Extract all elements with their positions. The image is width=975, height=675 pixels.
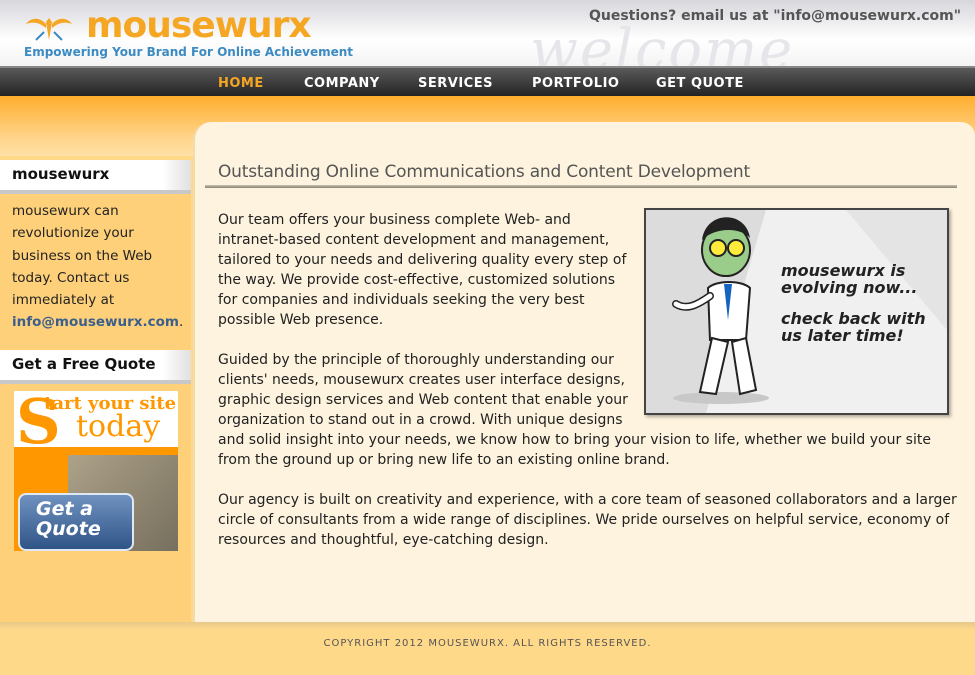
- principle-paragraph-part1: Guided by the principle of thoroughly un…: [218, 352, 628, 428]
- get-a-quote-label: Get a Quote: [36, 498, 101, 540]
- intro-paragraph: Our team offers your business complete W…: [218, 212, 627, 328]
- title-divider: [205, 185, 957, 188]
- sidebar-email-link[interactable]: info@mousewurx.com: [12, 314, 179, 330]
- sidebar-heading-label: mousewurx: [12, 165, 110, 183]
- header: mousewurx Empowering Your Brand For Onli…: [0, 0, 975, 66]
- get-a-quote-button[interactable]: Get a Quote: [18, 493, 134, 551]
- nav-portfolio[interactable]: PORTFOLIO: [532, 76, 619, 91]
- welcome-watermark: welcome: [530, 18, 795, 66]
- hero-message-2: check back with us later time!: [781, 309, 926, 345]
- sidebar-intro: mousewurx can revolutionize your busines…: [12, 200, 187, 334]
- nav-get-quote[interactable]: GET QUOTE: [656, 76, 744, 91]
- sidebar-intro-text: mousewurx can revolutionize your busines…: [12, 203, 153, 309]
- nav-company[interactable]: COMPANY: [304, 76, 380, 91]
- sidebar-email-suffix: .: [178, 314, 184, 331]
- sidebar-heading-mousewurx: mousewurx: [0, 160, 191, 194]
- promo-line2: today: [76, 409, 161, 444]
- hero-image: mousewurx is evolving now... check back …: [644, 208, 949, 415]
- copyright-text: COPYRIGHT 2012 MOUSEWURX. ALL RIGHTS RES…: [323, 638, 652, 649]
- footer-divider: [0, 622, 975, 630]
- page-title: Outstanding Online Communications and Co…: [218, 162, 750, 182]
- agency-paragraph: Our agency is built on creativity and ex…: [218, 492, 957, 548]
- sidebar-heading-quote: Get a Free Quote: [0, 350, 191, 384]
- contact-email-line[interactable]: Questions? email us at "info@mousewurx.c…: [589, 8, 961, 24]
- nav-home[interactable]: HOME: [218, 76, 264, 91]
- nav-services[interactable]: SERVICES: [418, 76, 493, 91]
- sidebar-heading-label: Get a Free Quote: [12, 355, 156, 373]
- hero-message-1: mousewurx is evolving now...: [781, 261, 918, 297]
- tagline: Empowering Your Brand For Online Achieve…: [24, 45, 354, 59]
- get-quote-promo-banner[interactable]: S tart your site today Get a Quote: [14, 391, 178, 551]
- logo-wing-icon: [26, 18, 72, 41]
- logo-text[interactable]: mousewurx: [86, 5, 312, 46]
- main-nav: HOME COMPANY SERVICES PORTFOLIO GET QUOT…: [0, 66, 975, 98]
- principle-paragraph-part2: and solid insight into your needs, we kn…: [218, 432, 931, 468]
